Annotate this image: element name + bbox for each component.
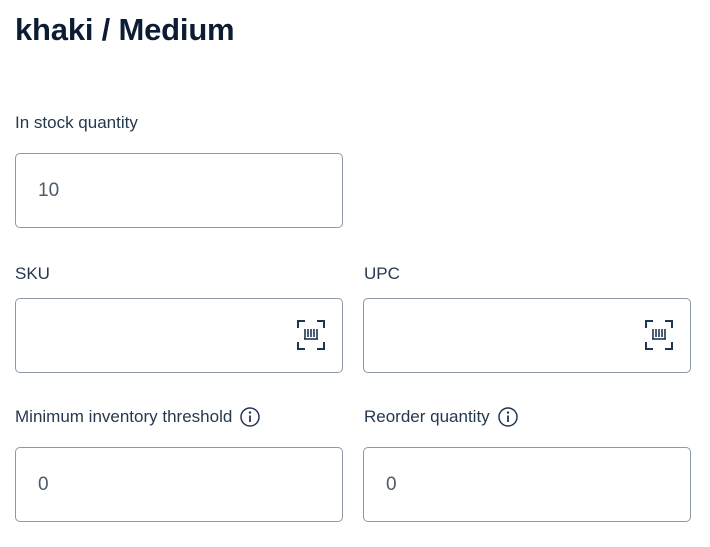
variant-inventory-form: khaki / Medium In stock quantity SKU	[0, 0, 710, 547]
in-stock-quantity-input[interactable]	[16, 154, 342, 227]
reorder-quantity-field-box	[363, 447, 691, 522]
info-icon[interactable]	[240, 407, 261, 427]
sku-label-text: SKU	[15, 264, 50, 283]
upc-input[interactable]	[364, 299, 690, 372]
barcode-scan-icon[interactable]	[296, 319, 326, 351]
upc-label: UPC	[364, 264, 400, 284]
sku-label: SKU	[15, 264, 50, 284]
in-stock-quantity-field-box	[15, 153, 343, 228]
sku-input[interactable]	[16, 299, 342, 372]
minimum-inventory-threshold-label: Minimum inventory threshold	[15, 407, 261, 427]
info-icon[interactable]	[497, 407, 518, 427]
barcode-scan-icon[interactable]	[644, 319, 674, 351]
sku-field-box	[15, 298, 343, 373]
reorder-quantity-label-text: Reorder quantity	[364, 407, 490, 426]
upc-field-box	[363, 298, 691, 373]
upc-label-text: UPC	[364, 264, 400, 283]
minimum-inventory-threshold-input[interactable]	[16, 448, 342, 521]
in-stock-quantity-label-text: In stock quantity	[15, 113, 138, 132]
minimum-inventory-threshold-label-text: Minimum inventory threshold	[15, 407, 233, 426]
in-stock-quantity-label: In stock quantity	[15, 113, 138, 133]
reorder-quantity-label: Reorder quantity	[364, 407, 518, 427]
page-title: khaki / Medium	[15, 12, 235, 47]
reorder-quantity-input[interactable]	[364, 448, 690, 521]
minimum-inventory-threshold-field-box	[15, 447, 343, 522]
